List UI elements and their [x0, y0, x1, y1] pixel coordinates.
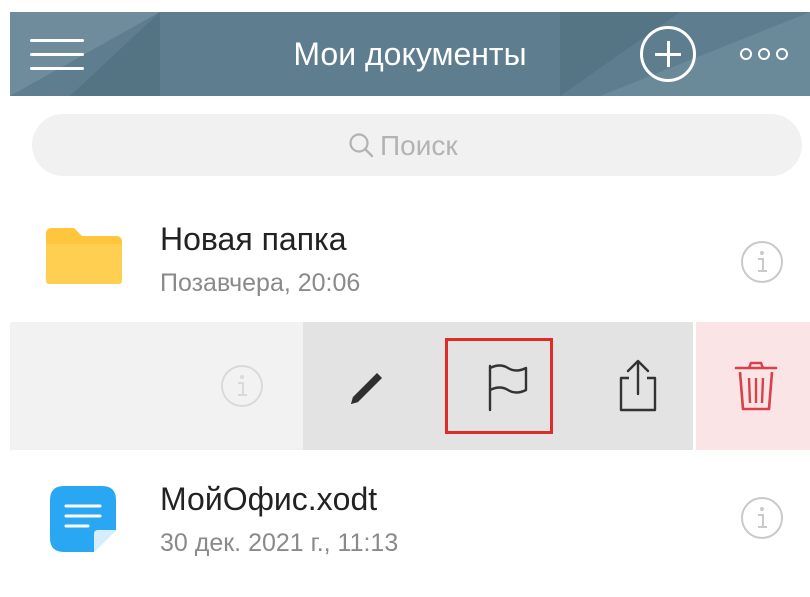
swipe-action-row — [10, 322, 810, 450]
folder-icon — [46, 228, 122, 284]
info-icon[interactable] — [740, 496, 784, 540]
search-icon — [349, 133, 374, 158]
header-bar: Мои документы — [10, 12, 810, 96]
list-item-folder[interactable]: Новая папка Позавчера, 20:06 — [10, 202, 810, 322]
trash-icon — [734, 361, 778, 411]
file-date: 30 дек. 2021 г., 11:13 — [160, 529, 399, 557]
file-name: МойОфис.xodt — [160, 481, 378, 517]
info-icon[interactable] — [220, 364, 264, 408]
share-button[interactable] — [571, 322, 691, 450]
delete-button[interactable] — [696, 322, 810, 450]
highlight-annotation — [445, 338, 553, 434]
menu-icon[interactable] — [30, 35, 86, 73]
share-icon — [619, 359, 657, 412]
app-screen: Мои документы Поиск Новая папка Позавчер… — [10, 12, 810, 597]
document-icon — [50, 486, 116, 552]
swiped-item — [10, 322, 303, 450]
page-title: Мои документы — [293, 36, 527, 72]
file-date: Позавчера, 20:06 — [160, 269, 361, 297]
search-placeholder: Поиск — [380, 130, 458, 161]
search-input[interactable]: Поиск — [32, 114, 802, 176]
file-name: Новая папка — [160, 221, 347, 257]
add-icon[interactable] — [640, 26, 696, 82]
info-icon[interactable] — [740, 240, 784, 284]
pencil-icon — [351, 373, 382, 404]
list-item-document[interactable]: МойОфис.xodt 30 дек. 2021 г., 11:13 — [10, 450, 810, 580]
rename-button[interactable] — [303, 322, 423, 450]
more-icon[interactable] — [740, 46, 790, 62]
